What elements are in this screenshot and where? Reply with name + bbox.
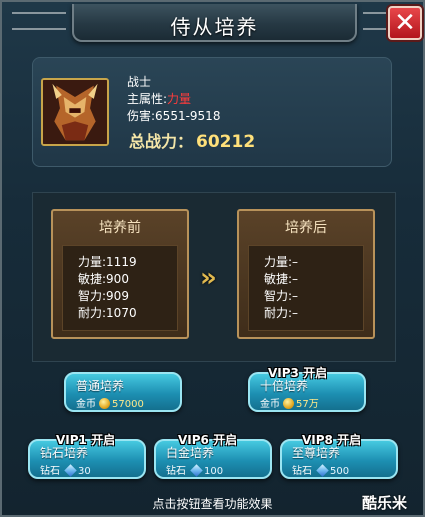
main-attr-value: 力量: [167, 92, 192, 106]
cost-label: 金币: [76, 399, 96, 410]
normal-training-cost: 金币 57000: [76, 395, 144, 410]
stat-intelligence-after: 智力:–: [264, 289, 299, 303]
total-power-value: 60212: [196, 132, 256, 152]
main-attr-label: 主属性:: [127, 92, 168, 106]
cost-value: 57万: [296, 399, 319, 410]
stats-after-title: 培养后: [285, 220, 327, 236]
stat-intelligence-before: 智力:909: [78, 289, 129, 303]
diamond-training-cost: 钻石 30: [40, 462, 91, 477]
hero-details: 战士 主属性:力量 伤害:6551-9518: [127, 74, 220, 125]
diamond-icon: [64, 464, 77, 477]
stat-agility-before: 敏捷:900: [78, 272, 129, 286]
training-panel: 侍从培养 ✕ 战士 主属性:力量 伤害:6551-9518 总战力：60212: [0, 0, 425, 517]
cost-value: 500: [330, 466, 350, 477]
gold-coin-icon: [99, 398, 110, 409]
title-bar: 侍从培养: [12, 4, 417, 42]
double-chevron-right-icon: »: [200, 263, 217, 293]
stat-agility-after: 敏捷:–: [264, 272, 299, 286]
hero-main-attribute: 主属性:力量: [127, 91, 220, 108]
vip1-unlock-badge: VIP1 开启: [56, 433, 116, 447]
stat-comparison: 培养前 力量:1119 敏捷:900 智力:909 耐力:1070 » 培养后 …: [32, 192, 396, 362]
platinum-training-cost: 钻石 100: [166, 462, 223, 477]
stats-before-title: 培养前: [99, 220, 141, 236]
cost-label: 钻石: [40, 466, 60, 477]
diamond-icon: [190, 464, 203, 477]
hero-class: 战士: [127, 75, 152, 89]
cost-value: 57000: [112, 399, 144, 410]
close-button[interactable]: ✕: [388, 6, 422, 40]
gold-coin-icon: [283, 398, 294, 409]
supreme-training-cost: 钻石 500: [292, 462, 349, 477]
cost-label: 钻石: [292, 466, 312, 477]
close-icon: ✕: [394, 8, 416, 38]
diamond-icon: [316, 464, 329, 477]
hero-info-card: 战士 主属性:力量 伤害:6551-9518 总战力： 60212: [32, 57, 392, 167]
stat-strength-after: 力量:–: [264, 255, 299, 269]
footer-hint: 点击按钮查看功能效果: [152, 497, 273, 511]
stats-after-box: 培养后 力量:– 敏捷:– 智力:– 耐力:–: [237, 209, 375, 339]
vip6-unlock-badge: VIP6 开启: [178, 433, 238, 447]
total-power-label: 总战力：: [129, 132, 194, 151]
cost-label: 金币: [260, 399, 280, 410]
watermark: 酷乐米: [362, 494, 408, 512]
normal-training-button[interactable]: 普通培养 金币 57000: [64, 372, 182, 412]
stat-stamina-before: 耐力:1070: [78, 306, 137, 320]
vip3-unlock-badge: VIP3 开启: [268, 366, 328, 380]
total-power: 总战力： 60212: [129, 128, 255, 152]
stat-strength-before: 力量:1119: [78, 255, 137, 269]
vip8-unlock-badge: VIP8 开启: [302, 433, 362, 447]
hero-avatar[interactable]: [41, 78, 109, 146]
stat-stamina-after: 耐力:–: [264, 306, 299, 320]
tenfold-training-cost: 金币 57万: [260, 395, 319, 410]
cost-value: 30: [78, 466, 91, 477]
stats-after-list: 力量:– 敏捷:– 智力:– 耐力:–: [248, 245, 364, 331]
cost-value: 100: [204, 466, 224, 477]
warrior-portrait-icon: [43, 80, 107, 144]
hero-damage: 伤害:6551-9518: [127, 109, 221, 123]
normal-training-label: 普通培养: [76, 379, 125, 393]
title-decoration-left: [12, 12, 66, 30]
cost-label: 钻石: [166, 466, 186, 477]
stats-before-box: 培养前 力量:1119 敏捷:900 智力:909 耐力:1070: [51, 209, 189, 339]
page-title: 侍从培养: [170, 15, 259, 39]
stats-before-list: 力量:1119 敏捷:900 智力:909 耐力:1070: [62, 245, 178, 331]
